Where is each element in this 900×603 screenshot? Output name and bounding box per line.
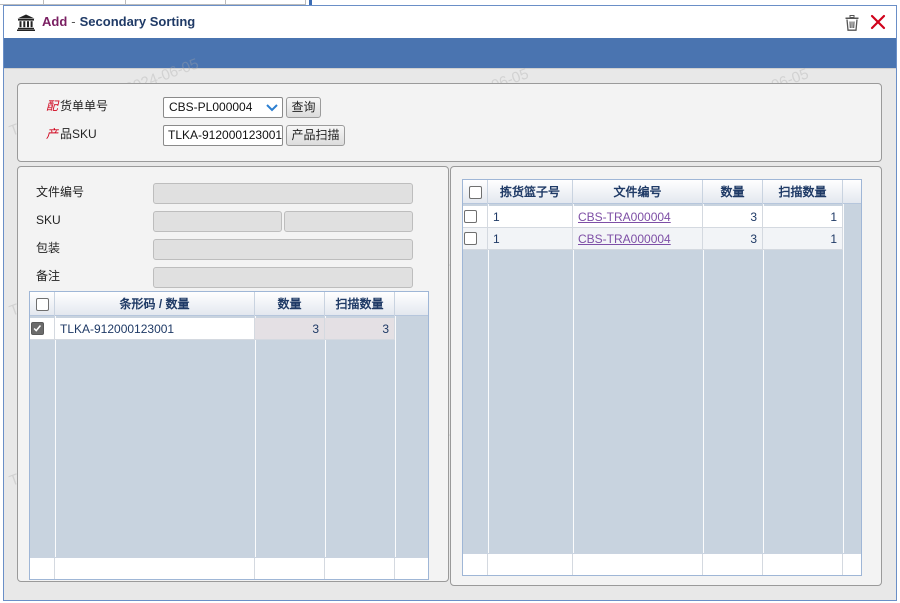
remark-label: 备注 <box>36 269 61 283</box>
column-header-qty[interactable]: 数量 <box>703 180 763 204</box>
check-icon <box>33 325 42 332</box>
barcode-grid: 条形码 / 数量 数量 扫描数量 TLKA-912000123001 3 3 <box>29 291 429 580</box>
title-separator: - <box>71 14 76 29</box>
product-scan-button[interactable]: 产品扫描 <box>286 125 345 146</box>
doc-no-field <box>153 183 413 204</box>
table-row[interactable]: TLKA-912000123001 3 3 <box>30 318 395 340</box>
query-button[interactable]: 查询 <box>286 97 321 118</box>
picklist-label-required: 配 <box>46 99 59 113</box>
row-scanned: 1 <box>763 228 843 250</box>
row-doc-link[interactable]: CBS-TRA000004 <box>573 228 703 250</box>
select-all-checkbox[interactable] <box>36 298 49 311</box>
grid-column-line <box>395 292 396 579</box>
row-select-cell <box>463 228 488 250</box>
sku-detail-label: SKU <box>36 213 61 227</box>
row-qty: 3 <box>255 318 325 340</box>
dialog-header-bar <box>4 38 896 68</box>
bank-icon <box>17 14 35 31</box>
row-checkbox[interactable] <box>31 322 44 335</box>
row-select-cell <box>30 318 55 340</box>
picklist-select-value: CBS-PL000004 <box>169 100 253 114</box>
picklist-select[interactable]: CBS-PL000004 <box>163 97 283 118</box>
grid-footer <box>30 557 428 579</box>
dialog-content: TLKA.CBS.Admin 2024-06-05 TLKA.CBS.Admin… <box>4 55 896 600</box>
row-qty: 3 <box>703 206 763 228</box>
footer-cell <box>30 558 55 579</box>
row-scanned: 1 <box>763 206 843 228</box>
column-header-barcode[interactable]: 条形码 / 数量 <box>55 292 255 316</box>
column-header-scanned[interactable]: 扫描数量 <box>325 292 395 316</box>
row-select-cell <box>463 206 488 228</box>
column-header-scanned[interactable]: 扫描数量 <box>763 180 843 204</box>
table-row[interactable]: 1 CBS-TRA000004 3 1 <box>463 228 843 250</box>
row-basket: 1 <box>488 206 573 228</box>
row-doc-link[interactable]: CBS-TRA000004 <box>573 206 703 228</box>
package-label: 包装 <box>36 241 61 255</box>
grid-header-select <box>30 292 55 316</box>
detail-panel: 文件编号 SKU 包装 备注 条形码 / 数量 数量 扫描数量 TLKA-912… <box>17 166 449 582</box>
sku-name-field <box>284 211 413 232</box>
select-all-checkbox[interactable] <box>469 186 482 199</box>
grid-header: 拣货篮子号 文件编号 数量 扫描数量 <box>463 180 861 204</box>
footer-cell <box>325 558 395 579</box>
trash-icon[interactable] <box>845 15 859 31</box>
search-panel: 配货单单号 CBS-PL000004 查询 产品SKU TLKA-9120001… <box>17 83 882 162</box>
sku-label-text: 品SKU <box>60 127 97 141</box>
row-basket: 1 <box>488 228 573 250</box>
sku-label-required: 产 <box>46 127 59 141</box>
grid-column-line <box>843 180 844 575</box>
sku-input[interactable]: TLKA-912000123001 <box>163 125 283 146</box>
grid-header-select <box>463 180 488 204</box>
footer-cell <box>55 558 255 579</box>
dialog-title: Add - Secondary Sorting <box>42 14 195 30</box>
footer-cell <box>763 554 843 575</box>
close-icon[interactable] <box>870 14 886 30</box>
picklist-label-text: 货单单号 <box>60 99 109 113</box>
basket-panel: 拣货篮子号 文件编号 数量 扫描数量 1 CBS-TRA000004 3 1 1… <box>450 166 882 586</box>
table-row[interactable]: 1 CBS-TRA000004 3 1 <box>463 206 843 228</box>
footer-cell <box>255 558 325 579</box>
footer-cell <box>703 554 763 575</box>
footer-cell <box>573 554 703 575</box>
column-header-basket[interactable]: 拣货篮子号 <box>488 180 573 204</box>
picklist-label: 配货单单号 <box>46 99 108 113</box>
footer-cell <box>463 554 488 575</box>
footer-cell <box>488 554 573 575</box>
sku-label: 产品SKU <box>46 127 97 141</box>
column-header-qty[interactable]: 数量 <box>255 292 325 316</box>
row-qty: 3 <box>703 228 763 250</box>
grid-header: 条形码 / 数量 数量 扫描数量 <box>30 292 428 316</box>
chevron-down-icon[interactable] <box>262 98 282 117</box>
package-field <box>153 239 413 260</box>
grid-footer <box>463 553 861 575</box>
row-scanned: 3 <box>325 318 395 340</box>
row-checkbox[interactable] <box>464 232 477 245</box>
title-name: Secondary Sorting <box>79 14 196 29</box>
title-action: Add <box>42 14 68 29</box>
row-barcode: TLKA-912000123001 <box>55 318 255 340</box>
dialog-titlebar[interactable]: Add - Secondary Sorting <box>4 6 896 38</box>
doc-no-label: 文件编号 <box>36 185 85 199</box>
sku-code-field <box>153 211 282 232</box>
remark-field <box>153 267 413 288</box>
row-checkbox[interactable] <box>464 210 477 223</box>
column-header-doc[interactable]: 文件编号 <box>573 180 703 204</box>
basket-grid: 拣货篮子号 文件编号 数量 扫描数量 1 CBS-TRA000004 3 1 1… <box>462 179 862 576</box>
dialog-window: Add-Secondary Sorting TLKA.CBS.Admin 202… <box>3 5 897 601</box>
